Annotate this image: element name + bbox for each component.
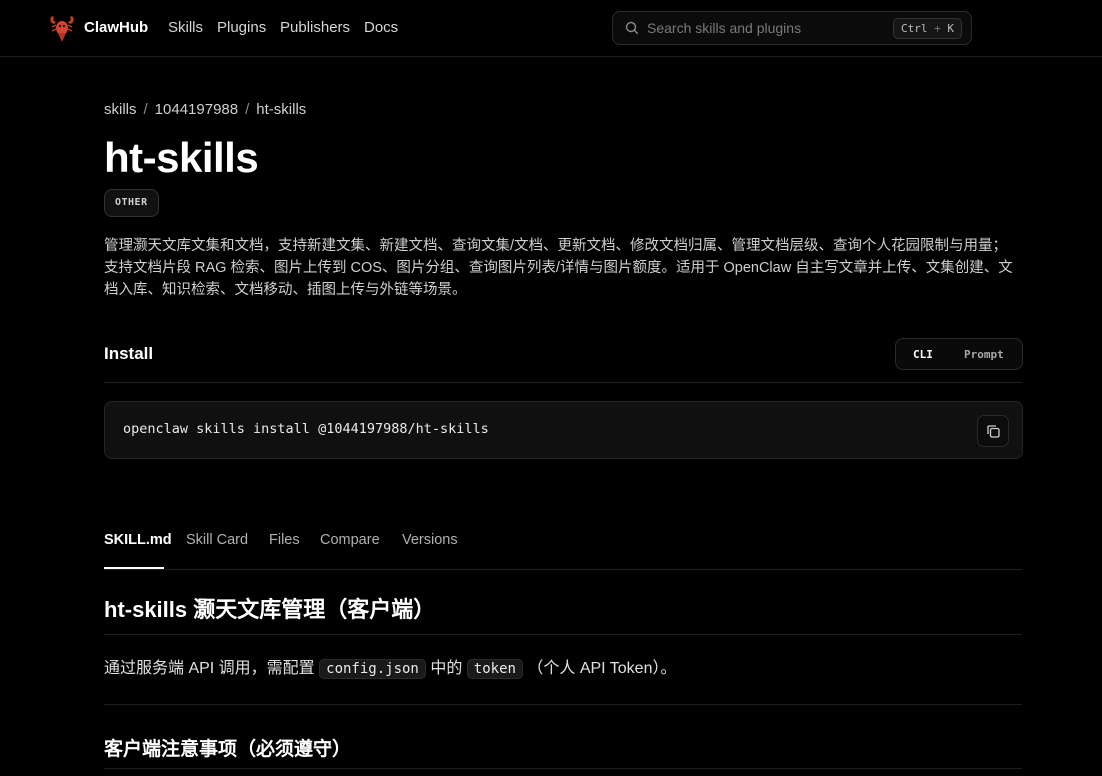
lobster-logo-icon[interactable] xyxy=(48,13,76,43)
divider xyxy=(104,704,1022,705)
shortcut-key-ctrl: Ctrl xyxy=(901,22,928,35)
nav-docs[interactable]: Docs xyxy=(364,19,398,36)
search-icon xyxy=(625,21,639,35)
brand-name[interactable]: ClawHub xyxy=(84,19,148,36)
mode-prompt-button[interactable]: Prompt xyxy=(964,344,1004,365)
content-paragraph: 通过服务端 API 调用，需配置 config.json 中的 token （个… xyxy=(104,654,677,679)
tab-skill-card[interactable]: Skill Card xyxy=(186,532,248,548)
content-heading: ht-skills 灏天文库管理（客户端） xyxy=(104,597,436,622)
divider xyxy=(104,569,1022,570)
tab-compare[interactable]: Compare xyxy=(320,532,380,548)
tab-versions[interactable]: Versions xyxy=(402,532,458,548)
divider xyxy=(104,768,1022,769)
shortcut-key-k: K xyxy=(947,22,954,35)
search-placeholder: Search skills and plugins xyxy=(647,20,802,36)
copy-button[interactable] xyxy=(977,415,1009,447)
page-title: ht-skills xyxy=(104,134,259,181)
para-text: （个人 API Token）。 xyxy=(527,660,677,677)
nav-skills[interactable]: Skills xyxy=(168,19,203,36)
install-heading: Install xyxy=(104,344,154,363)
inline-code-token: token xyxy=(466,659,523,679)
nav-publishers[interactable]: Publishers xyxy=(280,19,350,36)
breadcrumb-separator: / xyxy=(245,101,250,118)
shortcut-plus: + xyxy=(934,22,941,35)
tab-skill-md[interactable]: SKILL.md xyxy=(104,532,172,548)
para-text: 通过服务端 API 调用，需配置 xyxy=(104,660,315,677)
inline-code-config: config.json xyxy=(319,659,426,679)
breadcrumb-current: ht-skills xyxy=(256,101,307,118)
content-subheading: 客户端注意事项（必须遵守） xyxy=(104,739,352,760)
install-command-box: openclaw skills install @1044197988/ht-s… xyxy=(104,401,1023,459)
breadcrumb: skills / 1044197988 / ht-skills xyxy=(104,101,306,118)
breadcrumb-skills[interactable]: skills xyxy=(104,101,137,118)
breadcrumb-publisher[interactable]: 1044197988 xyxy=(155,101,238,118)
tab-files[interactable]: Files xyxy=(269,532,300,548)
breadcrumb-separator: / xyxy=(143,101,148,118)
mode-cli-button[interactable]: CLI xyxy=(913,344,933,365)
category-badge: OTHER xyxy=(104,189,159,217)
para-text: 中的 xyxy=(430,660,463,677)
search-shortcut-badge: Ctrl + K xyxy=(893,18,962,39)
nav-plugins[interactable]: Plugins xyxy=(217,19,266,36)
copy-icon xyxy=(987,425,1000,438)
install-command[interactable]: openclaw skills install @1044197988/ht-s… xyxy=(123,421,489,437)
top-navigation-bar: ClawHub Skills Plugins Publishers Docs S… xyxy=(0,0,1102,57)
divider xyxy=(104,634,1022,635)
search-input[interactable]: Search skills and plugins Ctrl + K xyxy=(612,11,972,45)
install-mode-toggle: CLI Prompt xyxy=(895,338,1023,370)
divider xyxy=(104,382,1022,383)
skill-description: 管理灏天文库文集和文档，支持新建文集、新建文档、查询文集/文档、更新文档、修改文… xyxy=(104,238,1013,298)
